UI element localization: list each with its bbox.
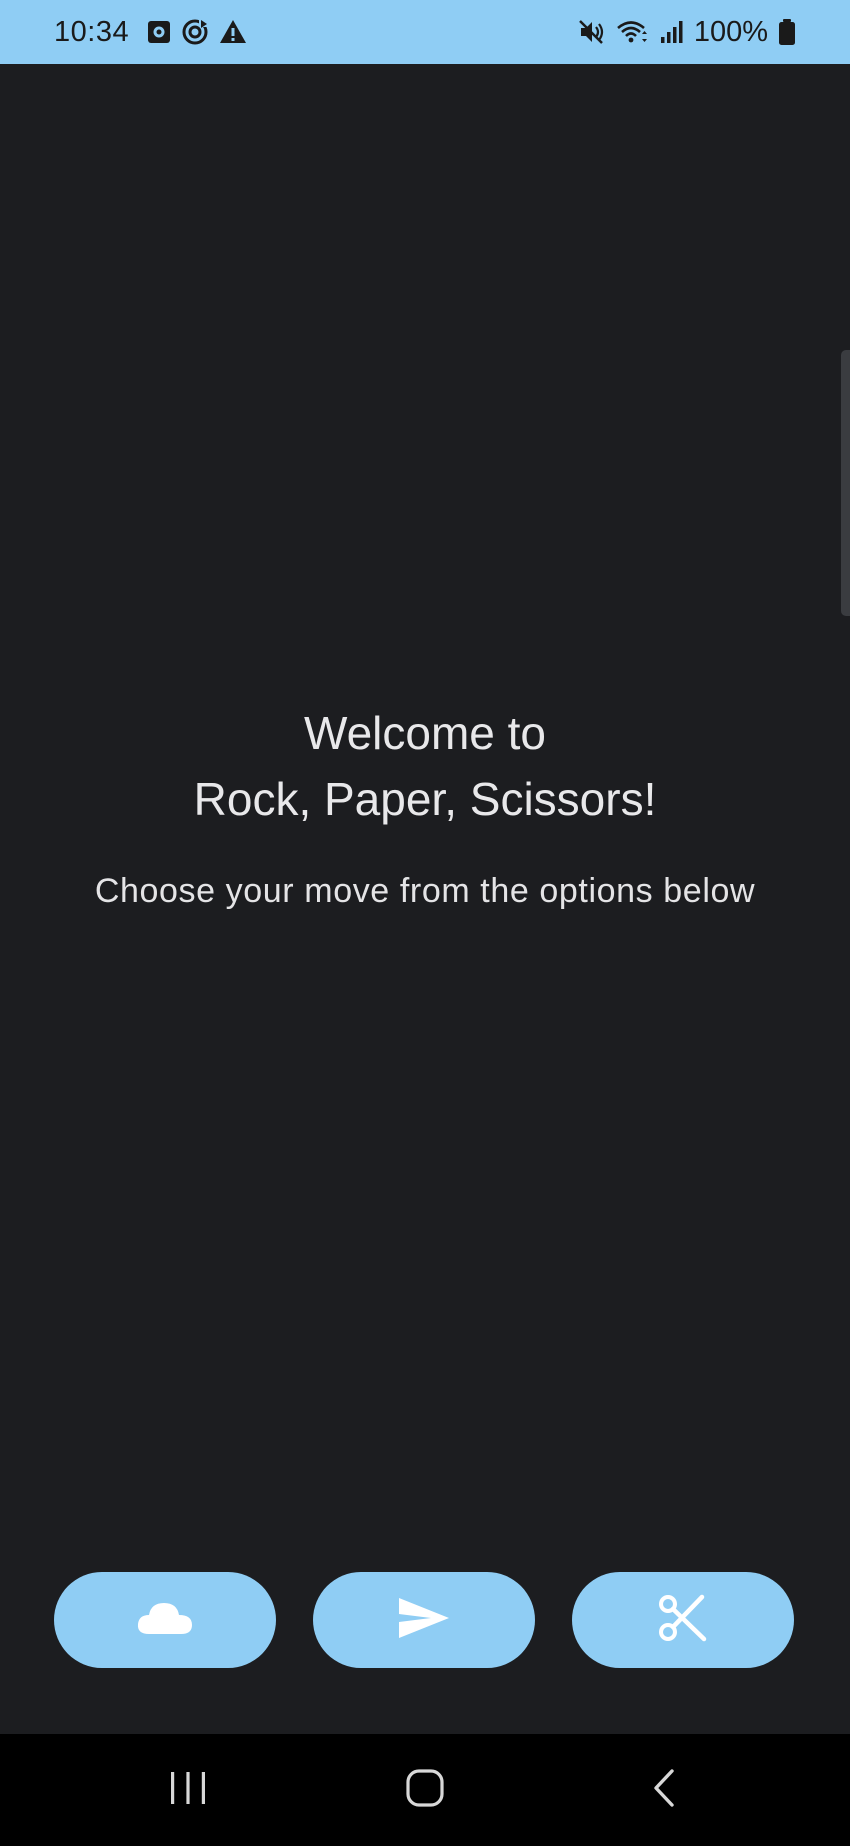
title-line-1: Welcome to — [303, 707, 547, 759]
wifi-icon — [616, 19, 650, 45]
status-left-group: 10:34 — [54, 0, 247, 64]
welcome-section: Welcome to Rock, Paper, Scissors! Choose… — [0, 700, 850, 911]
battery-icon — [778, 18, 796, 46]
status-time: 10:34 — [54, 15, 130, 48]
title-line-2: Rock, Paper, Scissors! — [193, 773, 657, 825]
scrollbar[interactable] — [841, 350, 850, 616]
navigation-bar — [0, 1734, 850, 1846]
back-button[interactable] — [604, 1734, 724, 1846]
cloud-icon — [135, 1598, 195, 1643]
scissors-button[interactable] — [572, 1572, 794, 1668]
scissors-icon — [658, 1593, 708, 1648]
warning-icon — [219, 19, 247, 45]
signal-icon — [660, 19, 684, 45]
mute-icon — [578, 19, 606, 45]
sync-icon — [181, 18, 209, 46]
subtitle: Choose your move from the options below — [94, 872, 756, 910]
app-screen: 10:34 100% Welcome to Rock, Paper, Sciss… — [0, 0, 850, 1846]
recents-button[interactable] — [128, 1734, 248, 1846]
recents-icon — [168, 1770, 208, 1811]
media-icon — [147, 19, 171, 45]
send-icon — [397, 1596, 451, 1645]
rock-button[interactable] — [54, 1572, 276, 1668]
home-icon — [405, 1768, 445, 1813]
status-right-group: 100% — [578, 0, 796, 64]
home-button[interactable] — [365, 1734, 485, 1846]
status-bar: 10:34 100% — [0, 0, 850, 64]
battery-percent: 100% — [693, 15, 768, 48]
back-icon — [650, 1768, 678, 1813]
move-buttons — [0, 1572, 850, 1668]
paper-button[interactable] — [313, 1572, 535, 1668]
